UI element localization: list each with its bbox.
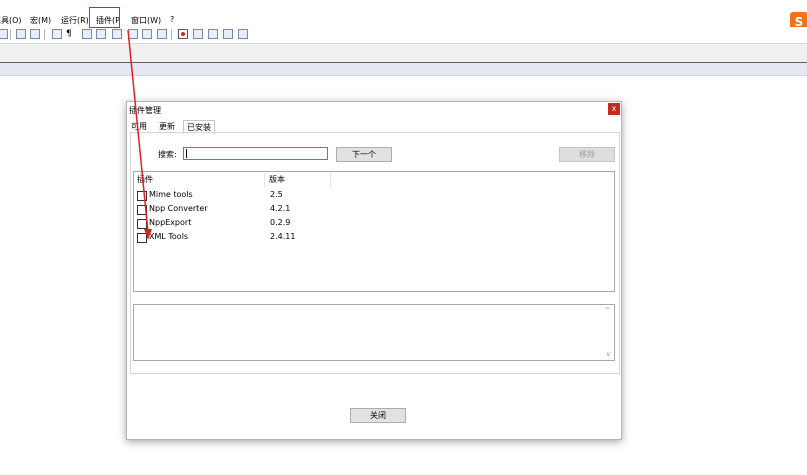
annotation-arrow-head [144,229,152,240]
annotation-arrow [127,29,152,240]
annotation-arrow-shaft [127,29,149,233]
